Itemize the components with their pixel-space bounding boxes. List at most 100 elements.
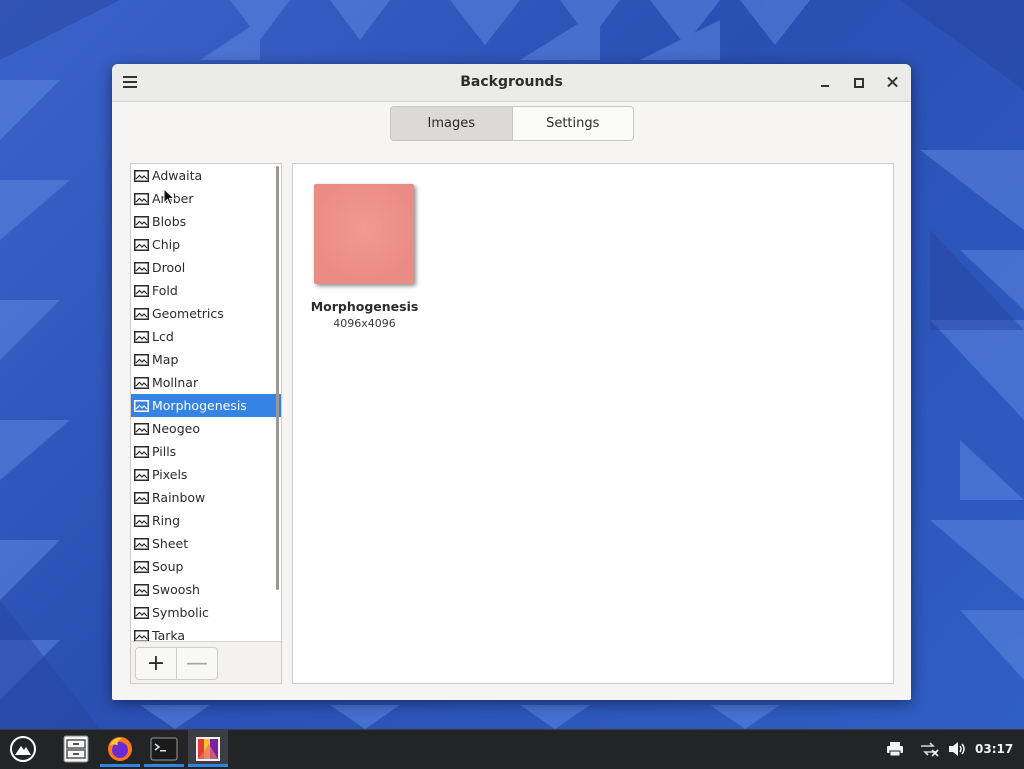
list-item-label: Rainbow: [152, 490, 206, 505]
image-icon: [134, 192, 149, 205]
list-item[interactable]: Blobs: [131, 210, 281, 233]
launcher-button[interactable]: [0, 730, 46, 767]
list-item-label: Symbolic: [152, 605, 209, 620]
image-icon: [134, 606, 149, 619]
list-item-label: Morphogenesis: [152, 398, 247, 413]
list-item[interactable]: Tarka: [131, 624, 281, 641]
view-switcher: Images Settings: [390, 106, 634, 141]
mouse-cursor-icon: [163, 188, 175, 206]
backgrounds-list-panel: Adwaita Amber Blobs Chip Drool Fold Geometrics…: [130, 163, 282, 684]
image-icon: [134, 491, 149, 504]
file-manager-icon: [63, 735, 89, 762]
list-item-label: Pixels: [152, 467, 188, 482]
list-item[interactable]: Lcd: [131, 325, 281, 348]
file-manager-button[interactable]: [56, 730, 96, 767]
list-item[interactable]: Pixels: [131, 463, 281, 486]
image-icon: [134, 238, 149, 251]
image-icon: [134, 422, 149, 435]
backgrounds-window: Backgrounds Images Settings Adwaita Amber…: [112, 64, 911, 700]
image-icon: [134, 560, 149, 573]
list-item[interactable]: Morphogenesis: [131, 394, 281, 417]
list-item-label: Mollnar: [152, 375, 199, 390]
image-icon: [134, 261, 149, 274]
tab-images[interactable]: Images: [391, 107, 513, 140]
image-icon: [134, 215, 149, 228]
image-icon: [134, 399, 149, 412]
volume-icon: [949, 741, 965, 756]
volume-tray[interactable]: [944, 730, 970, 767]
list-item[interactable]: Fold: [131, 279, 281, 302]
list-item-label: Geometrics: [152, 306, 224, 321]
network-disconnected-icon: [921, 741, 939, 757]
list-item-label: Drool: [152, 260, 186, 275]
printer-tray[interactable]: [882, 730, 908, 767]
image-icon: [134, 445, 149, 458]
launcher-icon: [10, 735, 36, 762]
image-icon: [134, 376, 149, 389]
backgrounds-list: Adwaita Amber Blobs Chip Drool Fold Geometrics…: [131, 164, 281, 641]
clock[interactable]: 03:17: [975, 742, 1013, 756]
list-item[interactable]: Map: [131, 348, 281, 371]
list-item-label: Tarka: [152, 628, 186, 641]
image-icon: [134, 169, 149, 182]
list-item[interactable]: Pills: [131, 440, 281, 463]
taskbar: 03:17: [0, 729, 1024, 769]
terminal-icon: [150, 737, 178, 760]
image-icon: [134, 629, 149, 641]
window-title: Backgrounds: [460, 74, 563, 90]
list-item[interactable]: Chip: [131, 233, 281, 256]
list-item[interactable]: Mollnar: [131, 371, 281, 394]
list-item[interactable]: Amber: [131, 187, 281, 210]
list-item[interactable]: Rainbow: [131, 486, 281, 509]
list-item-label: Pills: [152, 444, 177, 459]
minimize-button[interactable]: [815, 73, 835, 91]
maximize-button[interactable]: [849, 73, 869, 91]
close-button[interactable]: [883, 73, 903, 91]
printer-icon: [887, 741, 903, 756]
firefox-icon: [108, 736, 132, 761]
image-icon: [134, 330, 149, 343]
image-name: Morphogenesis: [310, 299, 419, 314]
list-item-label: Blobs: [152, 214, 187, 229]
list-item-label: Fold: [152, 283, 178, 298]
terminal-button[interactable]: [144, 730, 184, 767]
list-item[interactable]: Drool: [131, 256, 281, 279]
network-tray[interactable]: [916, 730, 942, 767]
backgrounds-app-icon: [196, 736, 220, 761]
image-icon: [134, 468, 149, 481]
list-item[interactable]: Geometrics: [131, 302, 281, 325]
list-item-label: Sheet: [152, 536, 189, 551]
list-item[interactable]: Ring: [131, 509, 281, 532]
list-item[interactable]: Sheet: [131, 532, 281, 555]
list-item[interactable]: Neogeo: [131, 417, 281, 440]
list-item-label: Neogeo: [152, 421, 200, 436]
image-thumbnail[interactable]: [314, 184, 414, 284]
image-icon: [134, 514, 149, 527]
image-dimensions: 4096x4096: [333, 317, 396, 330]
list-item[interactable]: Symbolic: [131, 601, 281, 624]
list-item-label: Map: [152, 352, 179, 367]
list-toolbar: + —: [131, 641, 281, 683]
titlebar: Backgrounds: [112, 64, 911, 102]
list-item-label: Soup: [152, 559, 184, 574]
list-item-label: Lcd: [152, 329, 174, 344]
firefox-button[interactable]: [100, 730, 140, 767]
list-item-label: Adwaita: [152, 168, 203, 183]
list-item-label: Chip: [152, 237, 181, 252]
list-item[interactable]: Swoosh: [131, 578, 281, 601]
image-icon: [134, 537, 149, 550]
add-background-button[interactable]: +: [135, 647, 177, 680]
images-grid: Morphogenesis 4096x4096: [292, 163, 894, 684]
image-icon: [134, 307, 149, 320]
list-item[interactable]: Soup: [131, 555, 281, 578]
tab-settings[interactable]: Settings: [512, 107, 633, 140]
list-scrollbar[interactable]: [276, 166, 279, 590]
backgrounds-app-button[interactable]: [188, 730, 228, 767]
list-item[interactable]: Adwaita: [131, 164, 281, 187]
list-item-label: Swoosh: [152, 582, 200, 597]
remove-background-button[interactable]: —: [176, 647, 218, 680]
list-item-label: Ring: [152, 513, 181, 528]
image-icon: [134, 284, 149, 297]
image-icon: [134, 353, 149, 366]
image-icon: [134, 583, 149, 596]
